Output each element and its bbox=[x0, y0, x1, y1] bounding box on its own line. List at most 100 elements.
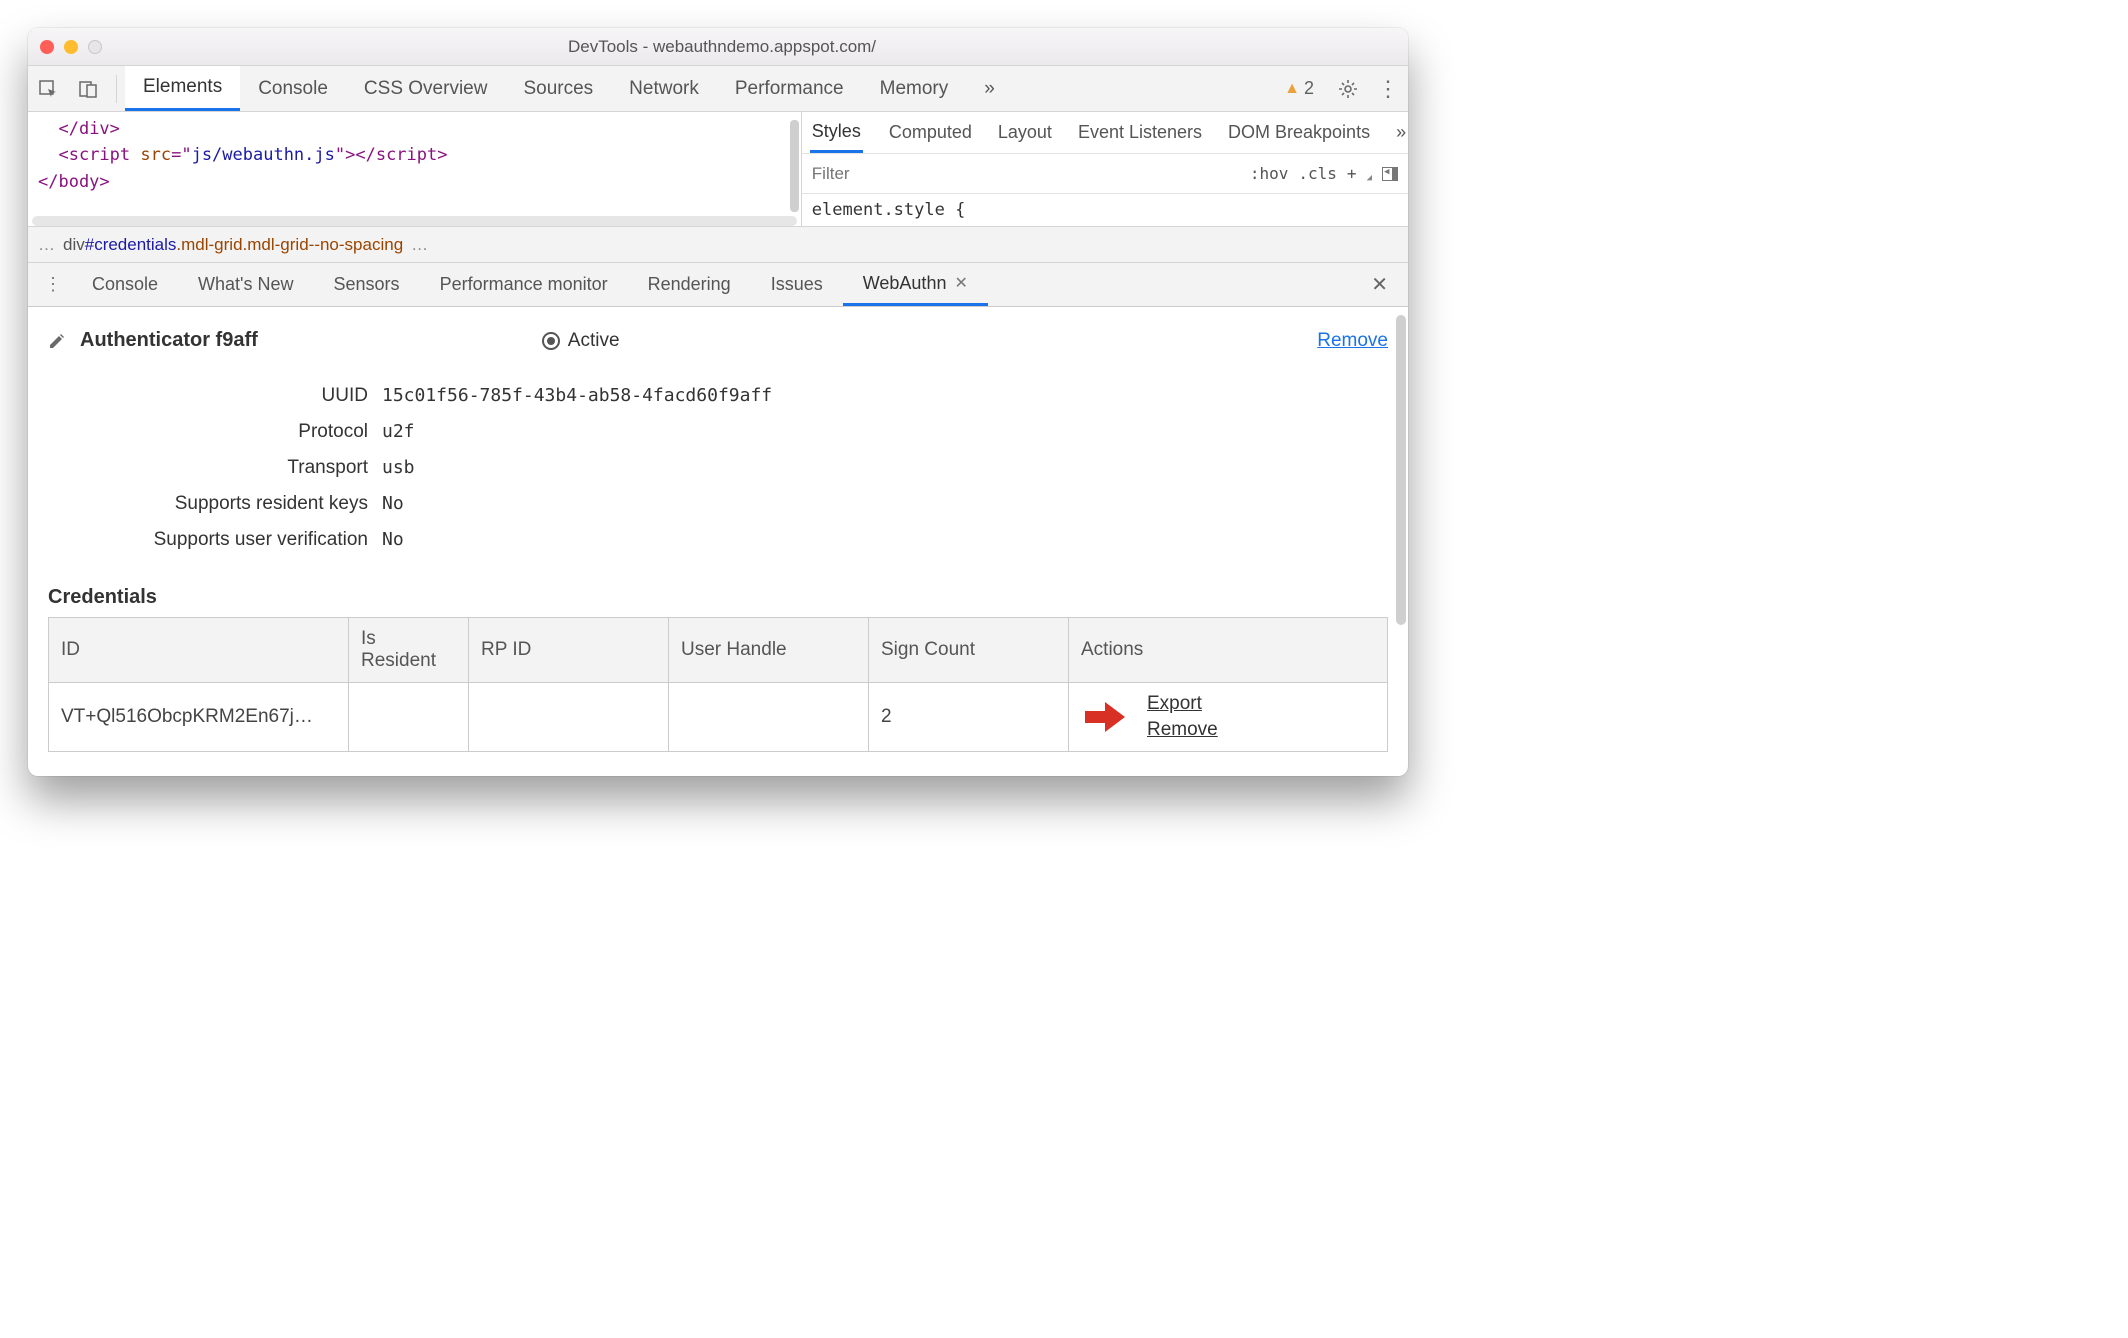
drawer-tab-perfmon[interactable]: Performance monitor bbox=[420, 274, 628, 295]
cell-rpid bbox=[469, 683, 669, 752]
prop-uuid-label: UUID bbox=[48, 385, 368, 407]
authenticator-properties: UUID 15c01f56-785f-43b4-ab58-4facd60f9af… bbox=[48, 378, 1388, 558]
active-radio[interactable]: Active bbox=[542, 330, 620, 352]
add-rule-button[interactable]: + bbox=[1347, 164, 1357, 183]
tab-computed[interactable]: Computed bbox=[889, 122, 972, 143]
drawer-tab-sensors[interactable]: Sensors bbox=[314, 274, 420, 295]
devtools-window: DevTools - webauthndemo.appspot.com/ Ele… bbox=[28, 28, 1408, 776]
prop-protocol-value: u2f bbox=[382, 421, 415, 442]
edit-pencil-icon[interactable] bbox=[48, 332, 66, 350]
remove-authenticator-link[interactable]: Remove bbox=[1317, 330, 1388, 352]
more-menu-icon[interactable]: ⋮ bbox=[1372, 73, 1404, 105]
tab-event-listeners[interactable]: Event Listeners bbox=[1078, 122, 1202, 143]
styles-filter-input[interactable] bbox=[802, 158, 1250, 190]
elements-split: </div> <script src="js/webauthn.js"></sc… bbox=[28, 112, 1408, 227]
remove-credential-link[interactable]: Remove bbox=[1147, 719, 1218, 741]
col-id: ID bbox=[49, 618, 349, 683]
breadcrumb-classes: .mdl-grid.mdl-grid--no-spacing bbox=[176, 235, 403, 254]
prop-protocol-label: Protocol bbox=[48, 421, 368, 443]
prop-resident-value: No bbox=[382, 493, 404, 514]
drawer-tab-rendering[interactable]: Rendering bbox=[628, 274, 751, 295]
zoom-window-icon[interactable] bbox=[88, 40, 102, 54]
prop-uv-label: Supports user verification bbox=[48, 529, 368, 551]
prop-uv-value: No bbox=[382, 529, 404, 550]
tab-layout[interactable]: Layout bbox=[998, 122, 1052, 143]
styles-filter-row: :hov .cls + ◢ bbox=[802, 154, 1408, 194]
main-tabs: Elements Console CSS Overview Sources Ne… bbox=[125, 66, 1013, 111]
authenticator-title: Authenticator f9aff bbox=[80, 329, 258, 352]
tab-performance[interactable]: Performance bbox=[717, 66, 862, 111]
drawer-tab-webauthn-label: WebAuthn bbox=[863, 273, 947, 294]
prop-protocol: Protocol u2f bbox=[48, 414, 1388, 450]
horizontal-scrollbar[interactable] bbox=[32, 216, 797, 226]
panel-layout-icon[interactable] bbox=[1382, 167, 1398, 181]
drawer-tab-console[interactable]: Console bbox=[72, 274, 178, 295]
cell-actions: Export Remove bbox=[1069, 683, 1388, 752]
arrow-right-icon bbox=[1081, 696, 1129, 738]
col-actions: Actions bbox=[1069, 618, 1388, 683]
tab-console[interactable]: Console bbox=[240, 66, 346, 111]
tab-styles[interactable]: Styles bbox=[810, 113, 863, 153]
drawer-tab-bar: ⋮ Console What's New Sensors Performance… bbox=[28, 263, 1408, 307]
minimize-window-icon[interactable] bbox=[64, 40, 78, 54]
tab-sources[interactable]: Sources bbox=[505, 66, 611, 111]
prop-resident-keys: Supports resident keys No bbox=[48, 486, 1388, 522]
authenticator-header: Authenticator f9aff Active Remove bbox=[48, 329, 1388, 352]
breadcrumb-left-dots[interactable]: … bbox=[38, 235, 55, 255]
tab-network[interactable]: Network bbox=[611, 66, 717, 111]
active-label: Active bbox=[568, 330, 620, 352]
styles-subtabs: Styles Computed Layout Event Listeners D… bbox=[802, 112, 1408, 154]
breadcrumb-tag: div bbox=[63, 235, 85, 254]
col-handle: User Handle bbox=[669, 618, 869, 683]
vertical-scrollbar[interactable] bbox=[790, 120, 799, 212]
window-title: DevTools - webauthndemo.appspot.com/ bbox=[102, 37, 1342, 57]
warning-icon: ▲ bbox=[1284, 80, 1300, 98]
breadcrumb-id: #credentials bbox=[85, 235, 177, 254]
styles-tabs-overflow-icon[interactable]: » bbox=[1396, 122, 1406, 143]
drawer-close-icon[interactable]: ✕ bbox=[1357, 272, 1402, 297]
tab-memory[interactable]: Memory bbox=[862, 66, 967, 111]
hov-toggle[interactable]: :hov bbox=[1250, 164, 1289, 183]
col-sign: Sign Count bbox=[869, 618, 1069, 683]
drawer-tab-whatsnew[interactable]: What's New bbox=[178, 274, 313, 295]
panel-scrollbar[interactable] bbox=[1396, 307, 1406, 776]
prop-uuid: UUID 15c01f56-785f-43b4-ab58-4facd60f9af… bbox=[48, 378, 1388, 414]
tab-dom-breakpoints[interactable]: DOM Breakpoints bbox=[1228, 122, 1370, 143]
tab-elements[interactable]: Elements bbox=[125, 66, 240, 111]
tabs-overflow-icon[interactable]: » bbox=[966, 66, 1013, 111]
drawer-menu-icon[interactable]: ⋮ bbox=[34, 274, 72, 295]
dom-tree[interactable]: </div> <script src="js/webauthn.js"></sc… bbox=[28, 112, 801, 226]
close-window-icon[interactable] bbox=[40, 40, 54, 54]
tab-css-overview[interactable]: CSS Overview bbox=[346, 66, 506, 111]
prop-transport-label: Transport bbox=[48, 457, 368, 479]
export-credential-link[interactable]: Export bbox=[1147, 693, 1218, 715]
inspect-element-icon[interactable] bbox=[32, 73, 64, 105]
credentials-heading: Credentials bbox=[48, 586, 1388, 609]
cell-resident bbox=[349, 683, 469, 752]
drawer-tab-webauthn[interactable]: WebAuthn ✕ bbox=[843, 263, 988, 306]
cell-id: VT+Ql516ObcpKRM2En67j… bbox=[49, 683, 349, 752]
breadcrumb-right-dots[interactable]: … bbox=[411, 235, 428, 255]
col-resident: Is Resident bbox=[349, 618, 469, 683]
titlebar: DevTools - webauthndemo.appspot.com/ bbox=[28, 28, 1408, 66]
cls-toggle[interactable]: .cls bbox=[1298, 164, 1337, 183]
warnings-badge[interactable]: ▲ 2 bbox=[1284, 78, 1314, 99]
breadcrumb[interactable]: … div#credentials.mdl-grid.mdl-grid--no-… bbox=[28, 227, 1408, 263]
styles-pane: Styles Computed Layout Event Listeners D… bbox=[801, 112, 1408, 226]
settings-gear-icon[interactable] bbox=[1332, 73, 1364, 105]
resize-icon: ◢ bbox=[1367, 173, 1372, 183]
radio-icon bbox=[542, 332, 560, 350]
device-toggle-icon[interactable] bbox=[72, 73, 104, 105]
prop-transport: Transport usb bbox=[48, 450, 1388, 486]
warning-count: 2 bbox=[1304, 78, 1314, 99]
traffic-lights bbox=[40, 40, 102, 54]
prop-resident-label: Supports resident keys bbox=[48, 493, 368, 515]
prop-uuid-value: 15c01f56-785f-43b4-ab58-4facd60f9aff bbox=[382, 385, 772, 406]
element-style-text: element.style { bbox=[802, 194, 1408, 226]
close-tab-icon[interactable]: ✕ bbox=[954, 273, 967, 293]
cell-handle bbox=[669, 683, 869, 752]
table-row: VT+Ql516ObcpKRM2En67j… 2 Export Remove bbox=[49, 683, 1388, 752]
drawer-tab-issues[interactable]: Issues bbox=[751, 274, 843, 295]
main-tab-bar: Elements Console CSS Overview Sources Ne… bbox=[28, 66, 1408, 112]
cell-sign: 2 bbox=[869, 683, 1069, 752]
